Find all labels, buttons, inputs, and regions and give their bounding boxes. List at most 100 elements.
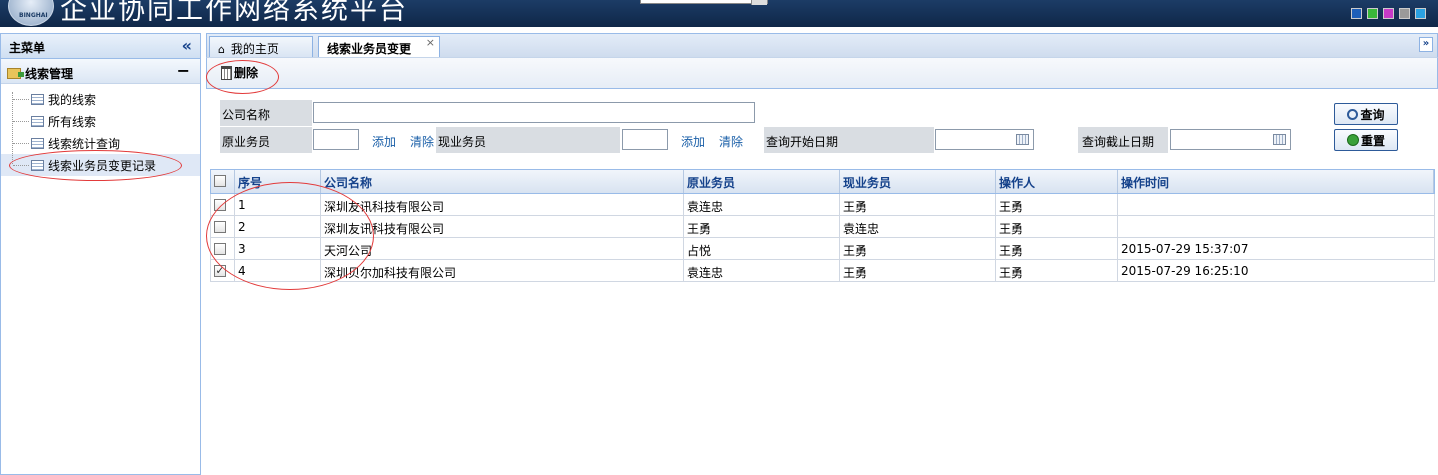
row-cur-rep: 王勇 <box>840 238 996 259</box>
grid-header-cur-rep[interactable]: 现业务员 <box>840 170 996 193</box>
sidebar-group-label: 线索管理 <box>25 67 74 81</box>
row-no: 2 <box>235 216 321 237</box>
table-row[interactable]: 2 深圳友讯科技有限公司 王勇 袁连忠 王勇 <box>210 216 1435 238</box>
grid-header-orig-rep[interactable]: 原业务员 <box>684 170 840 193</box>
sidebar-title: 主菜单 <box>9 41 46 55</box>
orig-rep-label: 原业务员 <box>222 135 271 149</box>
collapse-group-icon[interactable]: − <box>177 61 190 80</box>
folder-icon <box>7 68 24 79</box>
header-select[interactable] <box>640 0 768 5</box>
orig-rep-clear-link[interactable]: 清除 <box>410 133 434 150</box>
row-operator: 王勇 <box>996 260 1118 281</box>
double-chevron-left-icon[interactable]: « <box>182 36 192 55</box>
row-select-cell <box>211 238 235 259</box>
home-icon: ⌂ <box>218 43 225 56</box>
reset-button[interactable]: 重置 <box>1334 129 1398 151</box>
list-icon <box>31 159 44 171</box>
theme-swatch-1[interactable] <box>1351 8 1362 19</box>
tab-label: 我的主页 <box>230 42 279 56</box>
sidebar-item-rep-change-log[interactable]: 线索业务员变更记录 <box>1 154 200 176</box>
sidebar-item-clue-statistics[interactable]: 线索统计查询 <box>1 132 200 154</box>
row-company: 深圳友讯科技有限公司 <box>321 194 684 215</box>
row-select-cell <box>211 194 235 215</box>
app-header: BINGHAI 企业协同工作网络系统平台 <box>0 0 1438 27</box>
row-cur-rep: 王勇 <box>840 194 996 215</box>
calendar-icon[interactable] <box>1016 134 1029 145</box>
row-time <box>1118 194 1434 215</box>
query-button[interactable]: 查询 <box>1334 103 1398 125</box>
company-name-label: 公司名称 <box>222 108 271 122</box>
row-checkbox[interactable] <box>214 199 226 211</box>
reset-label: 重置 <box>1360 133 1385 148</box>
grid-header-row: 序号 公司名称 原业务员 现业务员 操作人 操作时间 <box>210 169 1435 194</box>
table-row[interactable]: 3 天河公司 占悦 王勇 王勇 2015-07-29 15:37:07 <box>210 238 1435 260</box>
row-checkbox[interactable] <box>214 221 226 233</box>
close-icon[interactable]: × <box>426 36 435 49</box>
grid-header-time[interactable]: 操作时间 <box>1118 170 1434 193</box>
row-no: 4 <box>235 260 321 281</box>
search-icon <box>1347 108 1359 120</box>
tree-connector <box>13 164 29 166</box>
grid-header-no[interactable]: 序号 <box>235 170 321 193</box>
search-row-company: 公司名称 <box>220 100 1327 126</box>
row-orig-rep: 占悦 <box>684 238 840 259</box>
theme-swatch-4[interactable] <box>1399 8 1410 19</box>
cur-rep-clear-link[interactable]: 清除 <box>719 133 743 150</box>
theme-swatch-5[interactable] <box>1415 8 1426 19</box>
start-date-input[interactable] <box>935 129 1034 150</box>
theme-swatch-2[interactable] <box>1367 8 1378 19</box>
row-select-cell <box>211 260 235 281</box>
row-orig-rep: 袁连忠 <box>684 194 840 215</box>
row-cur-rep: 袁连忠 <box>840 216 996 237</box>
tree-connector <box>13 142 29 144</box>
row-time: 2015-07-29 16:25:10 <box>1121 264 1249 278</box>
list-icon <box>31 93 44 105</box>
sidebar-group-clue-management[interactable]: 线索管理 − <box>1 59 200 84</box>
cur-rep-input[interactable] <box>622 129 668 150</box>
cur-rep-add-link[interactable]: 添加 <box>681 133 705 150</box>
search-row-reps: 原业务员 添加 清除 现业务员 添加 清除 查询开始日期 查询截止日期 <box>220 127 1327 153</box>
row-company: 深圳友讯科技有限公司 <box>321 216 684 237</box>
row-checkbox[interactable] <box>214 243 226 255</box>
delete-button[interactable]: 删除 <box>221 64 258 81</box>
logo-text: BINGHAI <box>19 12 48 19</box>
chevron-down-icon[interactable] <box>751 0 767 5</box>
theme-swatch-3[interactable] <box>1383 8 1394 19</box>
tab-menu-icon[interactable]: » <box>1419 37 1433 52</box>
calendar-icon[interactable] <box>1273 134 1286 145</box>
change-record-grid: 序号 公司名称 原业务员 现业务员 操作人 操作时间 1 深圳友讯科技有限公司 袁连… <box>210 169 1435 282</box>
table-row[interactable]: 4深圳贝尔加科技有限公司袁连忠王勇王勇2015-07-29 16:25:10 <box>210 260 1435 282</box>
tab-rep-change[interactable]: 线索业务员变更 × <box>318 36 440 59</box>
sidebar-header: 主菜单 « <box>1 34 200 59</box>
select-all-checkbox[interactable] <box>214 175 226 187</box>
sidebar-tree: 我的线索 所有线索 线索统计查询 线索业务员变更记录 <box>1 84 200 176</box>
grid-header-operator[interactable]: 操作人 <box>996 170 1118 193</box>
row-operator: 王勇 <box>996 238 1118 259</box>
grid-header-company[interactable]: 公司名称 <box>321 170 684 193</box>
row-company: 天河公司 <box>321 238 684 259</box>
company-name-input[interactable] <box>313 102 755 123</box>
orig-rep-add-link[interactable]: 添加 <box>372 133 396 150</box>
sidebar-item-my-clues[interactable]: 我的线索 <box>1 88 200 110</box>
row-company: 深圳贝尔加科技有限公司 <box>321 260 684 281</box>
row-orig-rep: 袁连忠 <box>684 260 840 281</box>
row-time <box>1118 216 1434 237</box>
orig-rep-input[interactable] <box>313 129 359 150</box>
sidebar-item-all-clues[interactable]: 所有线索 <box>1 110 200 132</box>
table-row[interactable]: 1 深圳友讯科技有限公司 袁连忠 王勇 王勇 <box>210 194 1435 216</box>
start-date-label: 查询开始日期 <box>766 135 839 149</box>
tree-connector <box>13 98 29 100</box>
sidebar-item-label: 线索统计查询 <box>48 136 121 151</box>
tab-bar: ⌂ 我的主页 线索业务员变更 × » <box>206 33 1438 59</box>
row-checkbox[interactable] <box>214 265 226 277</box>
sidebar: 主菜单 « 线索管理 − 我的线索 所有线索 线索统计查询 线索业务员变更记录 <box>0 33 201 475</box>
end-date-input[interactable] <box>1170 129 1291 150</box>
company-logo: BINGHAI <box>8 0 54 26</box>
toolbar: 删除 <box>206 57 1438 89</box>
tab-home[interactable]: ⌂ 我的主页 <box>209 36 313 58</box>
row-operator: 王勇 <box>996 194 1118 215</box>
refresh-icon <box>1346 134 1359 146</box>
theme-swatches <box>1351 8 1426 19</box>
tree-connector <box>13 120 29 122</box>
grid-header-select <box>211 170 235 193</box>
